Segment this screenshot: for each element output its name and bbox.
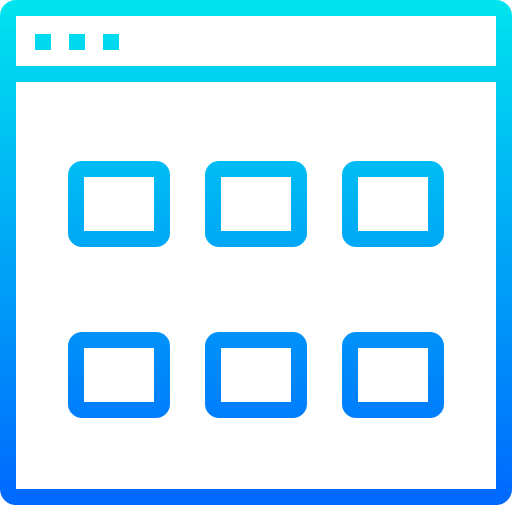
grid-tile (342, 332, 444, 418)
grid-tile (68, 161, 170, 247)
grid-tile (68, 332, 170, 418)
window-dot (103, 34, 119, 50)
window-dot (35, 34, 51, 50)
grid-tile (205, 332, 307, 418)
grid-tile (205, 161, 307, 247)
window-controls (35, 34, 119, 50)
tile-grid (68, 161, 444, 418)
browser-window-graphic (0, 0, 512, 505)
grid-tile (342, 161, 444, 247)
browser-grid-window-icon (0, 0, 512, 512)
title-bar-divider (8, 66, 504, 82)
window-dot (69, 34, 85, 50)
